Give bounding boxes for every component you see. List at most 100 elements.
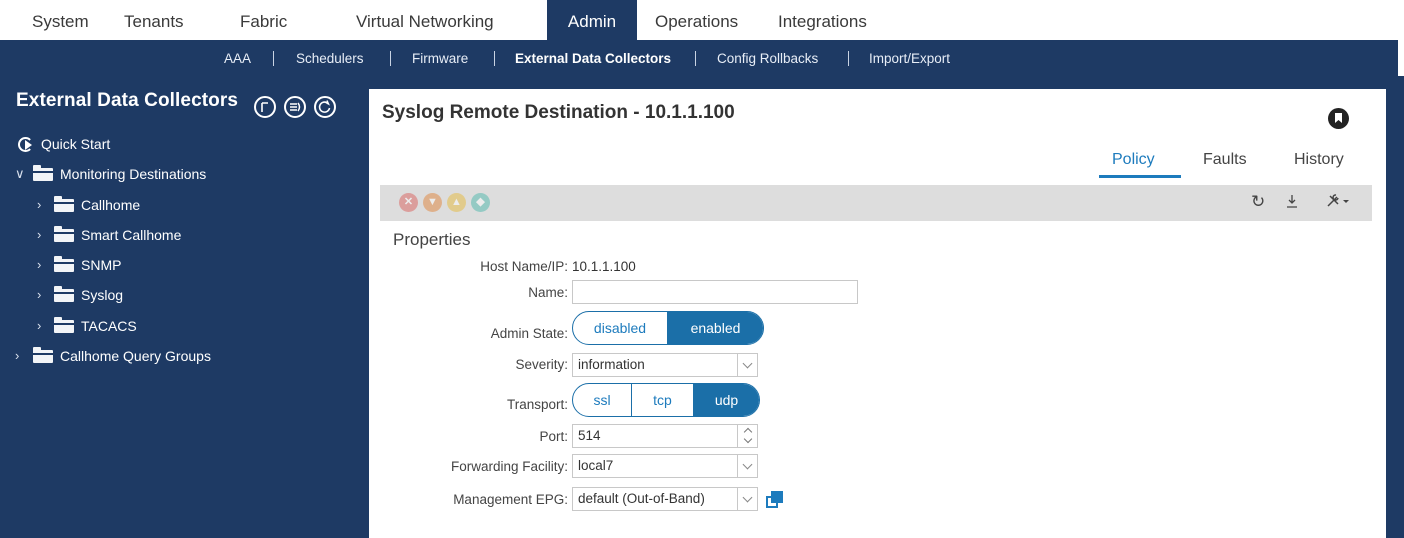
chevron-right-icon[interactable]: › xyxy=(15,345,19,367)
folder-icon xyxy=(54,317,74,333)
folder-icon xyxy=(54,226,74,242)
port-input[interactable]: 514 xyxy=(572,424,758,448)
admin-state-toggle: disabled enabled xyxy=(572,311,764,345)
top-nav: System Tenants Fabric Virtual Networking… xyxy=(0,0,1404,40)
transport-label: Transport: xyxy=(506,397,568,412)
tree-item-tacacs[interactable]: › TACACS xyxy=(0,315,350,337)
properties-heading: Properties xyxy=(393,230,471,249)
sidebar-title: External Data Collectors xyxy=(16,90,239,111)
open-external-icon[interactable] xyxy=(766,491,784,509)
folder-icon xyxy=(33,165,53,181)
tree-label: Callhome xyxy=(81,197,141,213)
tab-admin[interactable]: Admin xyxy=(547,0,637,40)
sub-nav: AAA Schedulers Firmware External Data Co… xyxy=(0,40,1398,76)
folder-icon xyxy=(33,347,53,363)
tree-label: SNMP xyxy=(81,257,122,273)
tools-icon[interactable] xyxy=(1325,192,1351,215)
facility-label: Forwarding Facility: xyxy=(450,459,568,474)
subnav-import-export[interactable]: Import/Export xyxy=(869,40,950,78)
properties-panel: Syslog Remote Destination - 10.1.1.100 P… xyxy=(369,89,1386,538)
chevron-down-icon[interactable] xyxy=(737,488,757,510)
chevron-down-icon[interactable] xyxy=(737,354,757,376)
toolbar: ✕ ▼ ▲ ◆ ↻ xyxy=(380,185,1372,221)
tab-integrations[interactable]: Integrations xyxy=(778,0,867,40)
transport-tcp[interactable]: tcp xyxy=(632,384,694,416)
subnav-schedulers[interactable]: Schedulers xyxy=(296,40,364,78)
tree-item-callhome[interactable]: › Callhome xyxy=(0,194,350,216)
sidebar: External Data Collectors Quick Start ∨ M… xyxy=(0,76,350,538)
tree-item-monitoring-destinations[interactable]: ∨ Monitoring Destinations xyxy=(0,163,350,185)
chevron-right-icon[interactable]: › xyxy=(37,284,41,306)
tree-label: Monitoring Destinations xyxy=(60,166,207,182)
subnav-divider xyxy=(848,51,849,66)
tab-fabric[interactable]: Fabric xyxy=(240,0,287,40)
chevron-right-icon[interactable]: › xyxy=(37,254,41,276)
severity-select[interactable]: information xyxy=(572,353,758,377)
tab-virtual-networking[interactable]: Virtual Networking xyxy=(356,0,494,40)
tab-tenants[interactable]: Tenants xyxy=(124,0,184,40)
critical-fault-icon[interactable]: ✕ xyxy=(399,193,418,212)
folder-icon xyxy=(54,286,74,302)
flow-icon[interactable] xyxy=(254,96,276,118)
subnav-external-data-collectors[interactable]: External Data Collectors xyxy=(515,40,671,78)
subnav-aaa[interactable]: AAA xyxy=(224,40,251,78)
refresh-icon[interactable] xyxy=(314,96,336,118)
tree-label: Quick Start xyxy=(41,136,111,152)
chevron-right-icon[interactable]: › xyxy=(37,194,41,216)
chevron-down-icon[interactable] xyxy=(737,455,757,477)
epg-label: Management EPG: xyxy=(453,492,568,507)
name-label: Name: xyxy=(528,285,568,300)
panel-title: Syslog Remote Destination - 10.1.1.100 xyxy=(382,102,735,123)
refresh-icon[interactable]: ↻ xyxy=(1251,192,1265,212)
warning-fault-icon[interactable]: ◆ xyxy=(471,193,490,212)
tree-label: TACACS xyxy=(81,318,137,334)
tree-label: Smart Callhome xyxy=(81,227,182,243)
download-icon[interactable] xyxy=(1285,192,1299,215)
subnav-divider xyxy=(390,51,391,66)
subnav-divider xyxy=(494,51,495,66)
tab-faults[interactable]: Faults xyxy=(1203,151,1247,169)
folder-icon xyxy=(54,196,74,212)
transport-toggle: ssl tcp udp xyxy=(572,383,760,417)
chevron-right-icon[interactable]: › xyxy=(37,224,41,246)
host-value: 10.1.1.100 xyxy=(572,259,636,274)
subnav-divider xyxy=(695,51,696,66)
epg-value: default (Out-of-Band) xyxy=(578,491,705,506)
tab-history[interactable]: History xyxy=(1294,151,1344,169)
transport-ssl[interactable]: ssl xyxy=(573,384,632,416)
tree-item-callhome-query-groups[interactable]: › Callhome Query Groups xyxy=(0,345,350,367)
facility-value: local7 xyxy=(578,458,614,473)
facility-select[interactable]: local7 xyxy=(572,454,758,478)
stepper-icon[interactable] xyxy=(737,425,757,447)
name-input[interactable] xyxy=(572,280,858,304)
epg-select[interactable]: default (Out-of-Band) xyxy=(572,487,758,511)
list-icon[interactable] xyxy=(284,96,306,118)
bookmark-icon[interactable] xyxy=(1328,108,1349,129)
tab-policy[interactable]: Policy xyxy=(1112,151,1155,169)
chevron-down-icon[interactable]: ∨ xyxy=(15,163,25,185)
severity-label: Severity: xyxy=(515,357,568,372)
tree-item-syslog[interactable]: › Syslog xyxy=(0,284,350,306)
tree-label: Syslog xyxy=(81,287,124,303)
major-fault-icon[interactable]: ▼ xyxy=(423,193,442,212)
tree-item-smart-callhome[interactable]: › Smart Callhome xyxy=(0,224,350,246)
port-value: 514 xyxy=(578,428,601,443)
subnav-firmware[interactable]: Firmware xyxy=(412,40,468,78)
minor-fault-icon[interactable]: ▲ xyxy=(447,193,466,212)
transport-udp[interactable]: udp xyxy=(694,384,759,416)
tab-operations[interactable]: Operations xyxy=(655,0,738,40)
port-label: Port: xyxy=(539,429,568,444)
tree-item-snmp[interactable]: › SNMP xyxy=(0,254,350,276)
tab-system[interactable]: System xyxy=(32,0,89,40)
severity-value: information xyxy=(578,357,645,372)
admin-state-label: Admin State: xyxy=(490,326,568,341)
admin-state-disabled[interactable]: disabled xyxy=(573,312,668,344)
admin-state-enabled[interactable]: enabled xyxy=(668,312,763,344)
subnav-config-rollbacks[interactable]: Config Rollbacks xyxy=(717,40,818,78)
folder-icon xyxy=(54,256,74,272)
tree-label: Callhome Query Groups xyxy=(60,348,211,364)
subnav-divider xyxy=(273,51,274,66)
chevron-right-icon[interactable]: › xyxy=(37,315,41,337)
tree-item-quick-start[interactable]: Quick Start xyxy=(0,133,350,155)
active-tab-indicator xyxy=(1099,175,1181,178)
